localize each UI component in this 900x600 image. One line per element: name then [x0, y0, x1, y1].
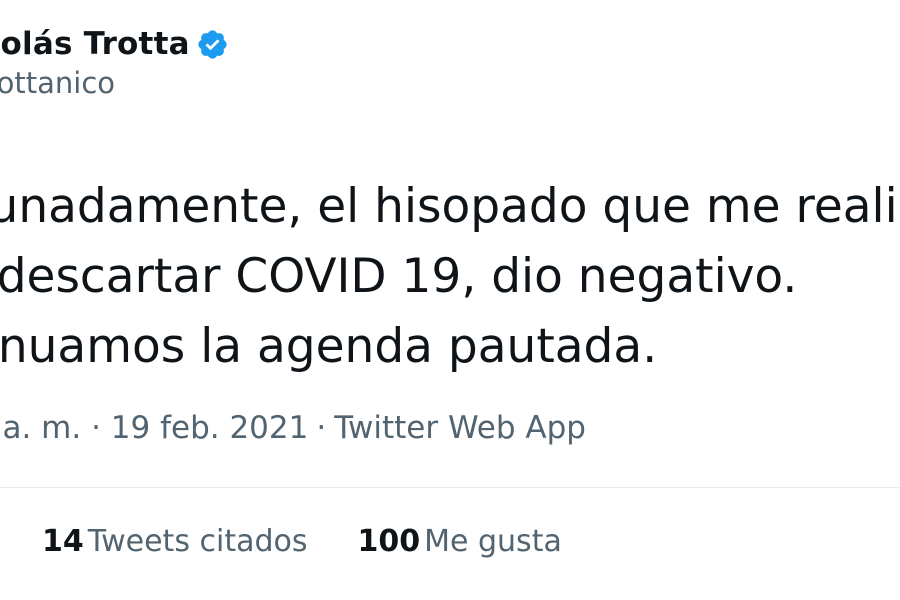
tweet-timestamp[interactable]: 9:55 a. m. · 19 feb. 2021: [0, 410, 308, 446]
likes-stat[interactable]: 100 Me gusta: [358, 524, 562, 559]
display-name[interactable]: Nicolás Trotta: [0, 26, 190, 62]
tweet-text: Afortunadamente, el hisopado que me real…: [0, 172, 900, 382]
verified-badge-icon: [196, 28, 229, 61]
quote-tweets-stat[interactable]: 14 Tweets citados: [42, 524, 308, 559]
tweet-header: Nicolás Trotta @trottanico: [0, 26, 229, 116]
quote-tweets-count: 14: [42, 524, 84, 559]
tweet-text-line: Continuamos la agenda pautada.: [0, 319, 658, 374]
likes-label: Me gusta: [424, 524, 562, 559]
quote-tweets-label: Tweets citados: [87, 524, 308, 559]
tweet-meta: 9:55 a. m. · 19 feb. 2021·Twitter Web Ap…: [0, 410, 586, 446]
divider: [0, 487, 900, 488]
likes-count: 100: [357, 524, 421, 559]
name-row: Nicolás Trotta: [0, 26, 229, 62]
tweet-stats: 14 Tweets citados 100 Me gusta: [42, 524, 612, 559]
tweet-card: Nicolás Trotta @trottanico Afortunadamen…: [0, 0, 900, 600]
meta-separator: ·: [316, 410, 327, 446]
tweet-text-line: Afortunadamente, el hisopado que me real…: [0, 179, 900, 234]
user-handle[interactable]: @trottanico: [0, 66, 229, 100]
tweet-source[interactable]: Twitter Web App: [334, 410, 586, 446]
tweet-text-line: para descartar COVID 19, dio negativo.: [0, 249, 798, 304]
